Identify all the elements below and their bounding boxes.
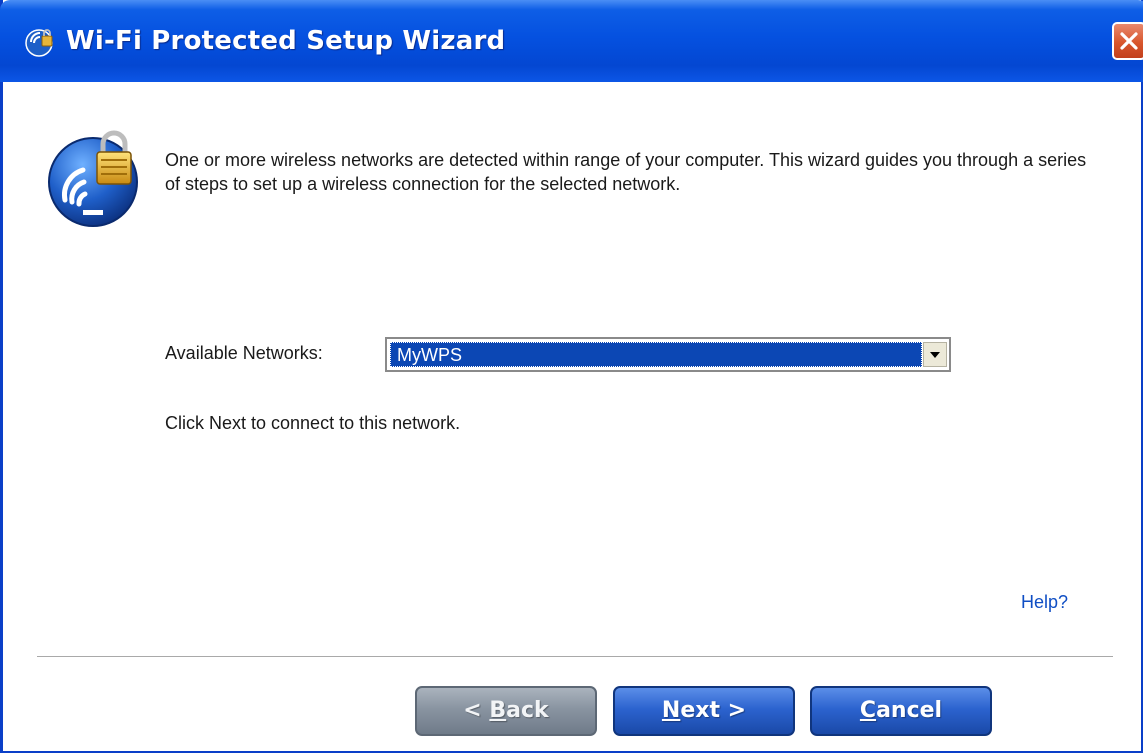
networks-dropdown[interactable]: MyWPS	[385, 337, 951, 372]
cancel-button-mnemonic: C	[859, 698, 877, 723]
close-x-icon	[1120, 32, 1138, 50]
window-title: Wi-Fi Protected Setup Wizard	[66, 26, 506, 56]
dropdown-arrow-button[interactable]	[923, 342, 947, 367]
chevron-down-icon	[930, 352, 940, 358]
wifi-lock-icon	[45, 130, 145, 230]
help-link[interactable]: Help?	[1021, 592, 1068, 613]
back-button-label: ack	[506, 698, 549, 723]
footer-divider	[37, 656, 1113, 658]
back-button-prefix: <	[463, 698, 490, 723]
next-button-mnemonic: N	[661, 698, 681, 723]
next-button[interactable]: Next >	[613, 686, 795, 736]
hint-text: Click Next to connect to this network.	[165, 413, 461, 433]
selected-network[interactable]: MyWPS	[390, 342, 922, 367]
back-button-mnemonic: B	[489, 698, 507, 723]
title-bar[interactable]: Wi-Fi Protected Setup Wizard	[0, 0, 1143, 82]
back-button[interactable]: < Back	[415, 686, 597, 736]
wizard-window: Wi-Fi Protected Setup Wizard One or more…	[0, 0, 1143, 753]
next-button-label: ext >	[680, 698, 747, 723]
wizard-icon	[25, 26, 57, 58]
networks-label: Available Networks:	[165, 343, 323, 363]
close-button[interactable]	[1112, 22, 1143, 60]
cancel-button-label: ancel	[876, 698, 943, 723]
intro-text: One or more wireless networks are detect…	[165, 150, 1087, 194]
cancel-button[interactable]: Cancel	[810, 686, 992, 736]
